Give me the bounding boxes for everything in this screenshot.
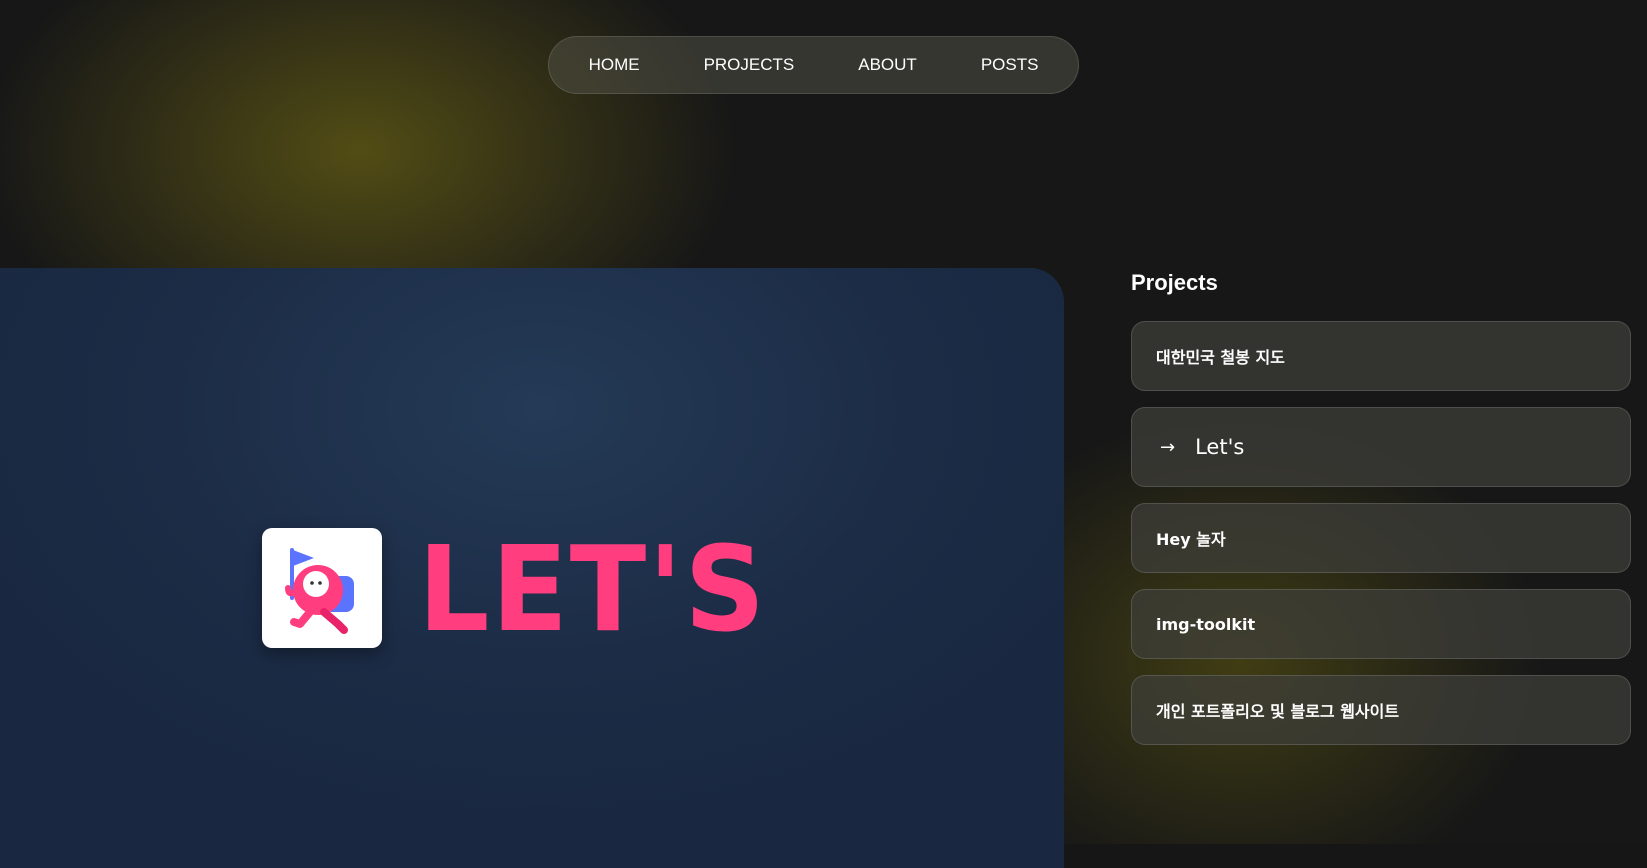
project-card-chinbong-map[interactable]: 대한민국 철봉 지도 (1131, 321, 1631, 391)
project-card-img-toolkit[interactable]: img-toolkit (1131, 589, 1631, 659)
project-card-label: 개인 포트폴리오 및 블로그 웹사이트 (1156, 698, 1399, 722)
nav-posts[interactable]: POSTS (949, 55, 1071, 75)
project-card-label: img-toolkit (1156, 615, 1255, 634)
nav-projects[interactable]: PROJECTS (672, 55, 827, 75)
nav-home[interactable]: HOME (557, 55, 672, 75)
arrow-right-icon: → (1160, 437, 1175, 458)
top-nav: HOME PROJECTS ABOUT POSTS (548, 36, 1079, 94)
project-card-lets[interactable]: → Let's (1131, 407, 1631, 487)
letsgo-mascot-icon (262, 528, 382, 648)
app-logo (262, 528, 382, 648)
project-card-hey-nolja[interactable]: Hey 놀자 (1131, 503, 1631, 573)
lets-wordmark: LET'S (418, 532, 788, 642)
project-card-label: 대한민국 철봉 지도 (1156, 344, 1285, 368)
project-preview: LET'S (0, 268, 1064, 868)
nav-about[interactable]: ABOUT (826, 55, 949, 75)
project-card-portfolio[interactable]: 개인 포트폴리오 및 블로그 웹사이트 (1131, 675, 1631, 745)
wordmark-text: LET'S (418, 532, 767, 642)
sidebar-title: Projects (1131, 270, 1218, 296)
project-card-label: Hey 놀자 (1156, 526, 1226, 550)
project-card-label: Let's (1195, 435, 1244, 459)
